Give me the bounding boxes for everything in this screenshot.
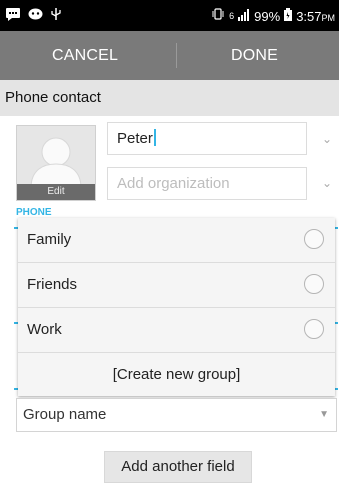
status-bar: 6 99% 3:57PM bbox=[0, 0, 339, 31]
group-option-label: Work bbox=[27, 321, 62, 338]
create-new-group-button[interactable]: [Create new group] bbox=[18, 353, 335, 396]
group-option-work[interactable]: Work bbox=[18, 308, 335, 353]
signal-icon bbox=[238, 8, 250, 25]
group-option-label: Family bbox=[27, 231, 72, 248]
radio-button[interactable] bbox=[304, 319, 324, 339]
group-selection-popup: Family Friends Work [Create new group] bbox=[18, 218, 335, 396]
status-clock: 3:57PM bbox=[296, 8, 335, 24]
group-option-label: Friends bbox=[27, 276, 78, 293]
add-another-field-button[interactable]: Add another field bbox=[104, 451, 252, 483]
phone-section-label: PHONE bbox=[16, 207, 52, 218]
battery-text: 99% bbox=[254, 8, 281, 24]
battery-icon bbox=[284, 7, 293, 25]
done-button[interactable]: DONE bbox=[170, 31, 339, 80]
chat-icon bbox=[6, 7, 20, 25]
group-option-friends[interactable]: Friends bbox=[18, 263, 335, 308]
action-bar: CANCEL DONE bbox=[0, 31, 339, 80]
name-value: Peter bbox=[117, 130, 153, 147]
status-bar-right: 6 99% 3:57PM bbox=[211, 7, 335, 25]
network-type: 6 bbox=[229, 10, 235, 21]
organization-expand-chevron-icon[interactable]: ⌄ bbox=[322, 176, 333, 190]
vibrate-icon bbox=[211, 7, 225, 25]
cancel-button[interactable]: CANCEL bbox=[0, 31, 170, 80]
organization-field[interactable]: Add organization bbox=[107, 167, 307, 200]
name-field[interactable]: Peter bbox=[107, 122, 307, 155]
name-expand-chevron-icon[interactable]: ⌄ bbox=[322, 132, 333, 146]
group-name-label: Group name bbox=[23, 406, 107, 423]
group-name-spinner[interactable]: Group name ▼ bbox=[16, 398, 337, 432]
radio-button[interactable] bbox=[304, 274, 324, 294]
contact-photo[interactable]: Edit bbox=[16, 125, 96, 201]
account-header: Phone contact bbox=[0, 80, 339, 116]
photo-edit-label: Edit bbox=[17, 184, 95, 200]
radio-button[interactable] bbox=[304, 229, 324, 249]
person-silhouette-icon bbox=[30, 137, 82, 188]
group-option-family[interactable]: Family bbox=[18, 218, 335, 263]
bbm-icon bbox=[28, 8, 43, 25]
dropdown-triangle-icon: ▼ bbox=[319, 409, 329, 420]
status-bar-left bbox=[6, 7, 61, 25]
text-cursor bbox=[153, 129, 156, 146]
usb-icon bbox=[51, 7, 61, 25]
